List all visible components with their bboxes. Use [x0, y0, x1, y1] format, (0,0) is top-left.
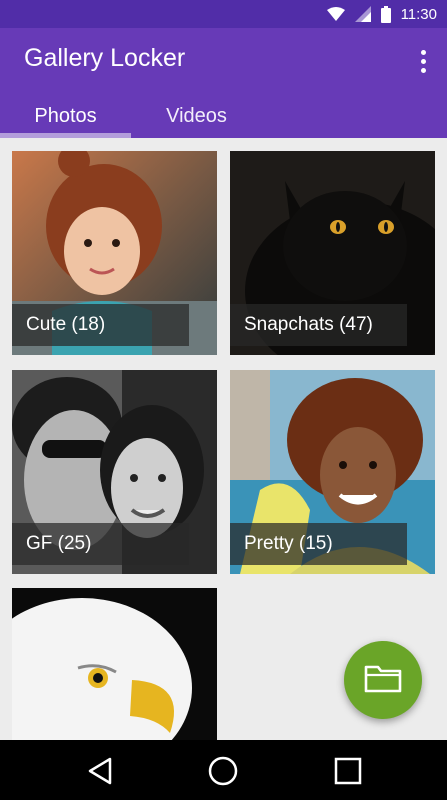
folder-icon	[364, 663, 402, 698]
tab-bar: Photos Videos	[0, 94, 447, 138]
album-label-cute: Cute (18)	[12, 304, 189, 346]
app-bar: Gallery Locker	[0, 28, 447, 94]
album-thumbnail-eagle	[12, 588, 217, 740]
app-title: Gallery Locker	[24, 44, 186, 72]
tab-photos[interactable]: Photos	[0, 94, 131, 138]
signal-icon	[354, 6, 371, 22]
battery-icon	[380, 5, 391, 23]
tab-videos-label: Videos	[166, 104, 227, 127]
status-bar: 11:30	[0, 0, 447, 28]
album-tile-eagle[interactable]	[12, 588, 217, 740]
more-vert-icon[interactable]	[413, 46, 433, 76]
back-icon[interactable]	[82, 753, 118, 789]
album-tile-cute[interactable]: Cute (18)	[12, 151, 217, 355]
album-label-snapchats: Snapchats (47)	[230, 304, 407, 346]
navigation-bar	[0, 740, 447, 800]
home-icon[interactable]	[205, 753, 241, 789]
wifi-icon	[326, 7, 345, 21]
album-label-pretty: Pretty (15)	[230, 523, 407, 565]
album-tile-snapchats[interactable]: Snapchats (47)	[230, 151, 435, 355]
recents-icon[interactable]	[330, 753, 366, 789]
status-time: 11:30	[400, 5, 437, 23]
add-folder-button[interactable]	[344, 641, 422, 719]
tab-photos-label: Photos	[34, 104, 97, 127]
album-label-gf: GF (25)	[12, 523, 189, 565]
album-tile-pretty[interactable]: Pretty (15)	[230, 370, 435, 574]
tab-videos[interactable]: Videos	[131, 94, 262, 138]
album-tile-gf[interactable]: GF (25)	[12, 370, 217, 574]
